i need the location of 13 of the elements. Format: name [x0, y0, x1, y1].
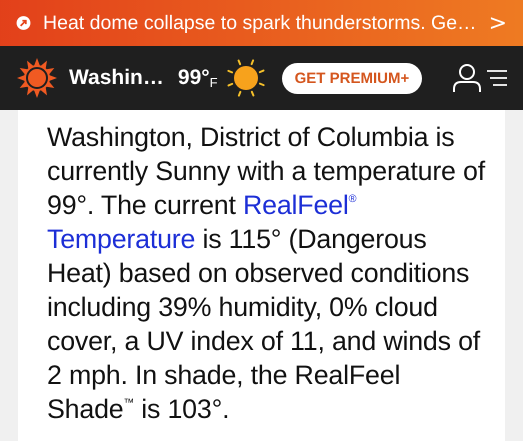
weather-summary: Washington, District of Columbia is currently Sunny with a temperature of 99°. The current RealFeel$^{®}$ Temperature is 115° (Dangerous Heat) based on observed conditions including 39% humidity, 0% cloud cover, a UV index of 11, and winds of 2 mph. In shade, the RealFeel Shade$^{™}$ is 103°.: [47, 121, 485, 426]
alert-text: Heat dome collapse to spark thunderstorms. Ge…: [43, 12, 477, 34]
realfeel-link[interactable]: Temperature: [47, 224, 196, 254]
current-temperature: 99°: [178, 66, 210, 90]
account-icon[interactable]: [452, 63, 482, 93]
temperature-unit: F: [210, 74, 218, 90]
realfeel-link[interactable]: RealFeel$^{®}$: [243, 190, 356, 220]
get-premium-button[interactable]: GET PREMIUM+: [282, 62, 422, 94]
alert-banner[interactable]: Heat dome collapse to spark thunderstorms. Ge… >: [0, 0, 523, 46]
menu-icon[interactable]: [487, 69, 507, 87]
sun-logo-icon[interactable]: [17, 58, 57, 98]
location-name[interactable]: Washin…: [69, 66, 164, 90]
sun-icon: [226, 58, 266, 98]
